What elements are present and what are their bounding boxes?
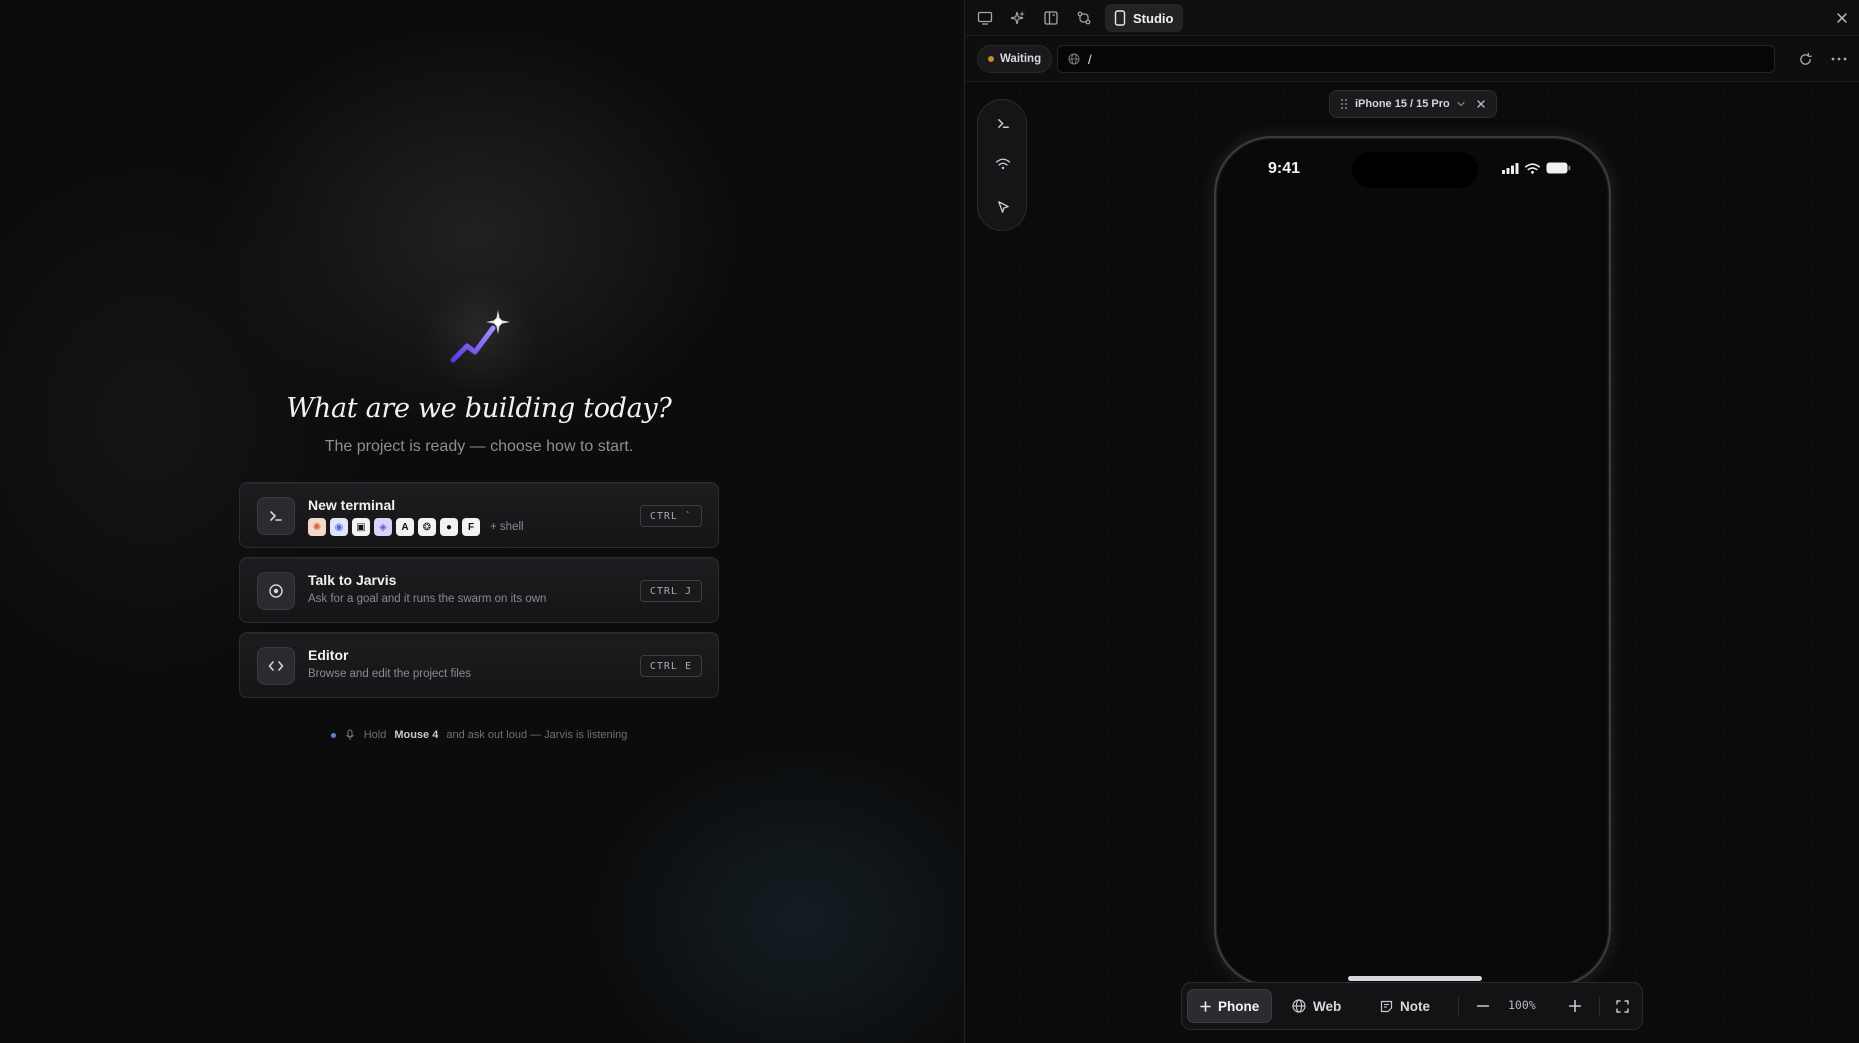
chevron-down-icon[interactable] xyxy=(1457,101,1465,107)
url-input[interactable]: / xyxy=(1057,45,1775,73)
github-icon[interactable]: ● xyxy=(440,518,458,536)
hint-key: Mouse 4 xyxy=(394,729,439,741)
shortcut-badge: CTRL J xyxy=(639,580,702,602)
device-selector[interactable]: iPhone 15 / 15 Pro xyxy=(1329,90,1497,118)
phone-status-time: 9:41 xyxy=(1268,160,1301,177)
url-row: Waiting / xyxy=(965,36,1859,82)
new-terminal-card[interactable]: New terminal ✺ ◉ ▣ ◈ A ❂ ● F + shell CTR… xyxy=(239,482,719,548)
card-description: Browse and edit the project files xyxy=(308,668,472,680)
close-device-icon[interactable] xyxy=(1472,99,1486,109)
page-subtitle: The project is ready — choose how to sta… xyxy=(324,438,634,455)
zoom-level: 100% xyxy=(1508,998,1536,1012)
drag-handle-icon[interactable] xyxy=(1340,98,1348,110)
hint-suffix: and ask out loud — Jarvis is listening xyxy=(446,729,628,741)
note-icon xyxy=(1380,1000,1393,1012)
shortcut-badge: CTRL E xyxy=(639,655,702,677)
codex-icon[interactable]: ▣ xyxy=(352,518,370,536)
status-dot xyxy=(988,56,994,62)
phone-frame[interactable]: 9:41 xyxy=(1214,136,1611,987)
tab-studio[interactable]: Studio xyxy=(1105,4,1184,32)
factory-icon[interactable]: F xyxy=(462,518,480,536)
listening-dot xyxy=(330,732,336,738)
status-badge: Waiting xyxy=(977,45,1053,73)
web-button[interactable]: Web xyxy=(1280,989,1353,1023)
phone-status-icons xyxy=(1502,162,1571,174)
talk-to-jarvis-card[interactable]: Talk to Jarvis Ask for a goal and it run… xyxy=(239,557,719,623)
zoom-out-icon[interactable] xyxy=(1473,996,1493,1016)
card-title: Talk to Jarvis xyxy=(308,572,397,588)
status-label: Waiting xyxy=(1000,53,1042,65)
openai-icon[interactable]: ❂ xyxy=(418,518,436,536)
dynamic-island xyxy=(1352,152,1478,188)
jarvis-icon xyxy=(257,572,295,610)
voice-hint: Hold Mouse 4 and ask out loud — Jarvis i… xyxy=(0,729,958,741)
sparkle-chart-logo-icon xyxy=(450,310,510,363)
wifi-tool-icon[interactable] xyxy=(992,153,1014,175)
card-title: New terminal xyxy=(308,497,396,513)
card-description: Ask for a goal and it runs the swarm on … xyxy=(308,593,547,605)
plus-shell-label[interactable]: + shell xyxy=(490,521,524,533)
welcome-panel: What are we building today? The project … xyxy=(0,0,964,1043)
globe-icon xyxy=(1068,53,1080,65)
phone-button-label: Phone xyxy=(1218,998,1260,1014)
phone-icon xyxy=(1114,10,1126,26)
pointer-tool-icon[interactable] xyxy=(992,196,1014,218)
device-name: iPhone 15 / 15 Pro xyxy=(1355,98,1450,110)
hint-prefix: Hold xyxy=(363,729,387,741)
shortcut-badge: CTRL ` xyxy=(639,505,702,527)
app-window: What are we building today? The project … xyxy=(0,0,1859,1043)
zoom-in-icon[interactable] xyxy=(1565,996,1585,1016)
code-icon xyxy=(257,647,295,685)
cursor-icon[interactable]: ◈ xyxy=(374,518,392,536)
add-phone-button[interactable]: Phone xyxy=(1187,989,1273,1023)
more-options-icon[interactable] xyxy=(1829,49,1849,69)
editor-card[interactable]: Editor Browse and edit the project files… xyxy=(239,632,719,698)
amp-icon[interactable]: A xyxy=(396,518,414,536)
tool-rail xyxy=(977,99,1027,231)
cellular-signal-icon xyxy=(1502,162,1519,174)
agent-icons-row: ✺ ◉ ▣ ◈ A ❂ ● F + shell xyxy=(308,518,524,536)
monitor-icon[interactable] xyxy=(975,8,995,28)
sparkles-icon[interactable] xyxy=(1008,8,1028,28)
tab-studio-label: Studio xyxy=(1133,10,1174,26)
gemini-icon[interactable]: ◉ xyxy=(330,518,348,536)
divider xyxy=(1599,996,1600,1016)
battery-icon xyxy=(1546,162,1571,174)
git-branch-icon[interactable] xyxy=(1074,8,1094,28)
divider xyxy=(1458,996,1459,1016)
wifi-icon xyxy=(1525,162,1540,174)
refresh-icon[interactable] xyxy=(1795,49,1815,69)
studio-topbar: Studio xyxy=(965,0,1859,36)
home-indicator[interactable] xyxy=(1348,976,1482,981)
claude-icon[interactable]: ✺ xyxy=(308,518,326,536)
terminal-icon xyxy=(257,497,295,535)
microphone-icon xyxy=(345,729,354,740)
web-button-label: Web xyxy=(1313,998,1342,1014)
globe-icon xyxy=(1292,999,1306,1013)
page-title: What are we building today? xyxy=(286,393,672,424)
note-button-label: Note xyxy=(1400,998,1430,1014)
url-text: / xyxy=(1088,51,1092,67)
close-icon[interactable] xyxy=(1832,8,1852,28)
terminal-tool-icon[interactable] xyxy=(992,112,1014,134)
note-button[interactable]: Note xyxy=(1368,989,1442,1023)
fullscreen-icon[interactable] xyxy=(1612,996,1632,1016)
preview-dock: Phone Web Note 100% xyxy=(1181,982,1643,1030)
plus-icon xyxy=(1200,1000,1211,1012)
layout-panel-icon[interactable] xyxy=(1041,8,1061,28)
studio-panel: Studio Waiting / iPhone 15 / 15 Pro 9:41… xyxy=(964,0,1859,1043)
card-title: Editor xyxy=(308,647,349,663)
